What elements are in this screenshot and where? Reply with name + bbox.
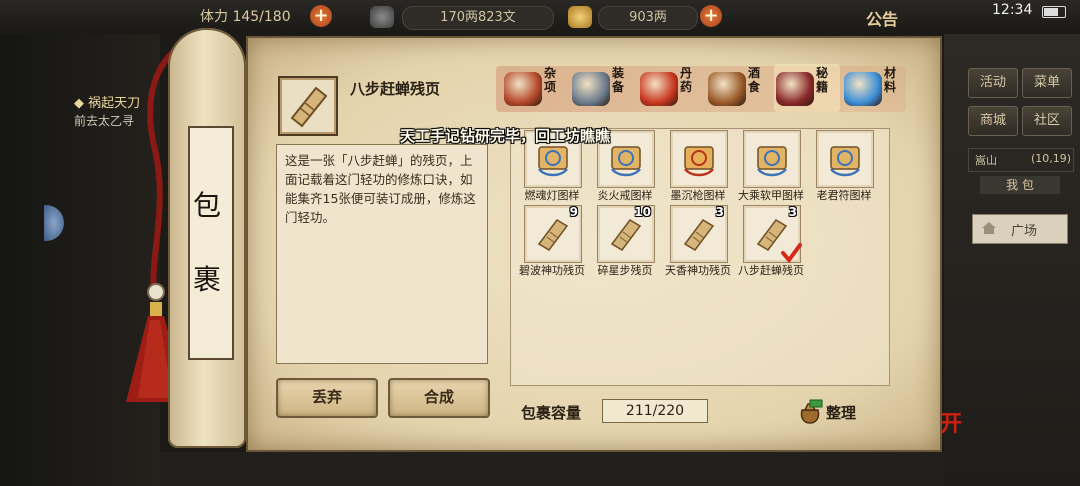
item-name: 碧波神功残页 xyxy=(519,264,585,277)
item-name: 老君符图样 xyxy=(816,189,872,202)
copper-coin-icon xyxy=(370,6,394,28)
capacity-label: 包裹容量 xyxy=(521,404,582,422)
item-name: 墨沉枪图样 xyxy=(670,189,726,202)
item-slot[interactable]: 10 xyxy=(597,205,655,263)
category-tab-5[interactable]: 材料 xyxy=(842,64,908,112)
item-description-box: 这是一张「八步赶蝉」的残页，上面记载着这门轻功的修炼口诀，如能集齐15张便可装订… xyxy=(276,144,488,364)
scroll-page-icon xyxy=(679,214,719,254)
scroll-page-icon xyxy=(606,214,646,254)
plaza-channel[interactable]: 广场 xyxy=(972,214,1068,244)
item-name: 燃魂灯图样 xyxy=(524,189,580,202)
pack-tab[interactable]: 我 包 xyxy=(980,176,1060,194)
item-name: 炎火戒图样 xyxy=(597,189,653,202)
blueprint-icon xyxy=(825,139,865,179)
blueprint-icon xyxy=(752,139,792,179)
item-slot[interactable]: 3 xyxy=(670,205,728,263)
category-label: 秘籍 xyxy=(816,66,829,94)
pill-plate-icon xyxy=(640,72,678,106)
item-count: 3 xyxy=(788,205,797,219)
location-coords: (10,19) xyxy=(1031,152,1072,165)
item-slot[interactable] xyxy=(670,130,728,188)
money-bag-icon[interactable] xyxy=(796,398,824,424)
wine-food-icon xyxy=(708,72,746,106)
house-icon xyxy=(982,222,996,234)
location-bar: 嵩山 (10,19) xyxy=(968,148,1074,172)
combine-button[interactable]: 合成 xyxy=(388,378,490,418)
item-count: 3 xyxy=(715,205,724,219)
bottom-nav-strip xyxy=(160,452,944,486)
announcement-button[interactable]: 公告 xyxy=(866,6,898,30)
sort-button[interactable]: 整理 xyxy=(826,402,856,423)
item-name: 天香神功残页 xyxy=(665,264,731,277)
checkmark-icon xyxy=(781,243,802,264)
status-bar: 体力 145/180 + 170两823文 903两 + 公告 12:34 xyxy=(0,0,1080,34)
item-slot[interactable] xyxy=(816,130,874,188)
plaza-label: 广场 xyxy=(1011,224,1038,239)
menu-button[interactable]: 菜单 xyxy=(1022,68,1072,98)
category-tab-4[interactable]: 秘籍 xyxy=(774,64,840,112)
notification-toast: 天工手记钻研完毕，回工坊瞧瞧 xyxy=(400,127,611,145)
category-tab-1[interactable]: 装备 xyxy=(570,64,636,112)
scroll-title-char-2: 裹 xyxy=(193,263,222,296)
copper-readout: 170两823文 xyxy=(402,6,554,30)
blueprint-icon xyxy=(679,139,719,179)
item-slot[interactable]: 3 xyxy=(743,205,802,264)
item-name: 大乘软甲图样 xyxy=(738,189,804,202)
book-stack-icon xyxy=(776,72,814,106)
item-slot[interactable] xyxy=(743,130,801,188)
discard-button[interactable]: 丢弃 xyxy=(276,378,378,418)
silver-ingot-icon xyxy=(568,6,592,28)
location-name: 嵩山 xyxy=(975,154,997,167)
scroll-page-icon xyxy=(290,86,328,128)
shop-button[interactable]: 商城 xyxy=(968,106,1018,136)
category-label: 材料 xyxy=(884,66,897,94)
category-label: 装备 xyxy=(612,66,625,94)
item-count: 10 xyxy=(634,205,651,219)
battery-icon xyxy=(1042,6,1066,18)
category-label: 杂项 xyxy=(544,66,557,94)
silver-readout: 903两 xyxy=(598,6,698,30)
selected-item-name: 八步赶蝉残页 xyxy=(350,80,441,98)
weapon-icon xyxy=(572,72,610,106)
category-label: 丹药 xyxy=(680,66,693,94)
crystal-icon xyxy=(844,72,882,106)
add-stamina-button[interactable]: + xyxy=(310,5,332,27)
item-count: 9 xyxy=(569,205,578,219)
clock: 12:34 xyxy=(992,2,1033,18)
item-slot[interactable]: 9 xyxy=(524,205,582,263)
jar-icon xyxy=(504,72,542,106)
scroll-page-icon xyxy=(533,214,573,254)
bag-scroll-label-panel xyxy=(188,126,234,360)
item-name: 八步赶蝉残页 xyxy=(738,264,804,277)
blueprint-icon xyxy=(606,139,646,179)
scroll-title-char-1: 包 xyxy=(193,189,222,222)
capacity-value: 211/220 xyxy=(602,399,708,423)
category-tab-0[interactable]: 杂项 xyxy=(502,64,568,112)
selected-item-icon xyxy=(278,76,338,136)
item-name: 碎星步残页 xyxy=(597,264,653,277)
stamina-readout: 体力 145/180 xyxy=(200,9,291,25)
category-label: 酒食 xyxy=(748,66,761,94)
right-game-area xyxy=(944,34,1080,486)
add-silver-button[interactable]: + xyxy=(700,5,722,27)
category-tab-2[interactable]: 丹药 xyxy=(638,64,704,112)
item-description: 这是一张「八步赶蝉」的残页，上面记载着这门轻功的修炼口诀，如能集齐15张便可装订… xyxy=(285,153,476,225)
activity-button[interactable]: 活动 xyxy=(968,68,1018,98)
category-tab-3[interactable]: 酒食 xyxy=(706,64,772,112)
community-button[interactable]: 社区 xyxy=(1022,106,1072,136)
